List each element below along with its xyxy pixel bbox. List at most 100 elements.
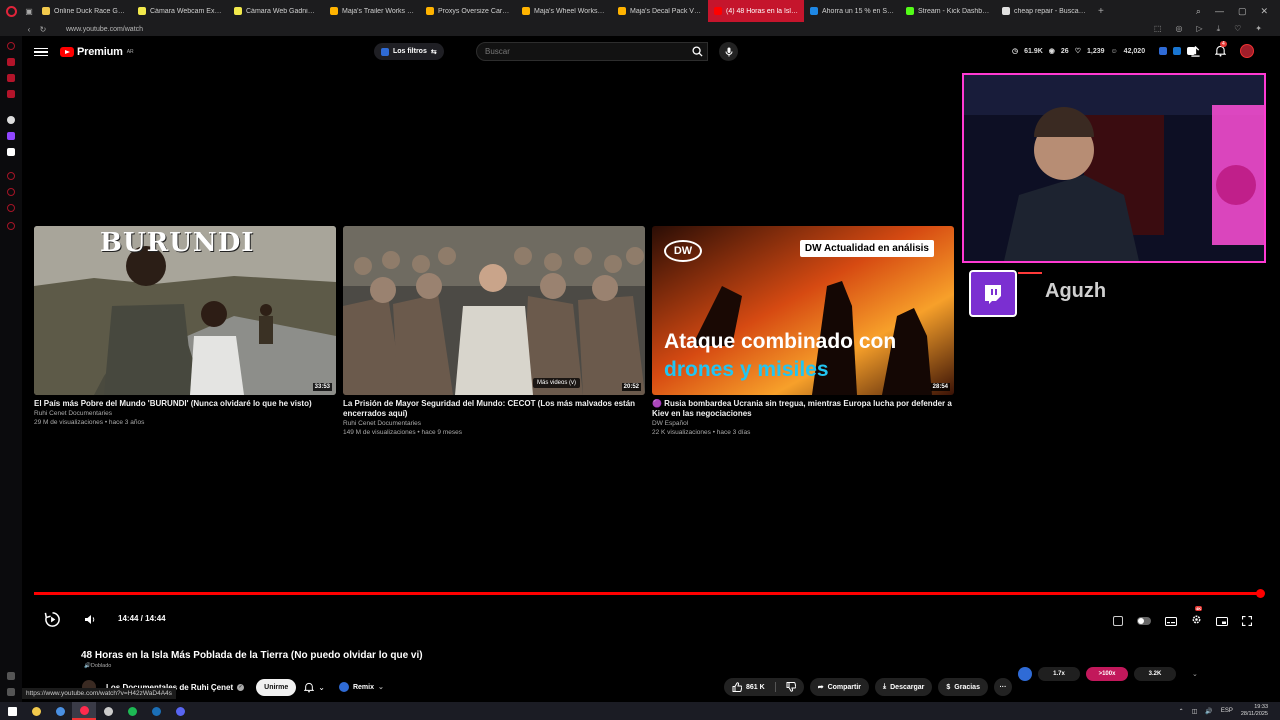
browser-tab[interactable]: Stream - Kick Dashboard <box>900 0 996 22</box>
browser-tab[interactable]: cheap repair - Buscar co <box>996 0 1092 22</box>
browser-tab[interactable]: Maja's Trailer Works - Re <box>324 0 420 22</box>
video-title[interactable]: La Prisión de Mayor Seguridad del Mundo:… <box>343 399 645 419</box>
speed-option[interactable]: 1.7x <box>1038 667 1080 681</box>
browser-tab[interactable]: Maja's Decal Pack V4 - C <box>612 0 708 22</box>
maximize-icon[interactable]: ▢ <box>1238 6 1247 17</box>
browser-tab[interactable]: Cámara Web Gadnic FHD <box>228 0 324 22</box>
settings-button[interactable]: 4K <box>1191 606 1203 630</box>
camera-icon[interactable]: ⬚ <box>1154 24 1162 34</box>
discord-app-icon[interactable] <box>168 702 192 720</box>
browser-tab[interactable]: Proxys Oversize Cargo u <box>420 0 516 22</box>
sidebar-messenger-icon[interactable] <box>7 74 15 82</box>
obs-studio-icon[interactable] <box>96 702 120 720</box>
replay-icon[interactable] <box>44 611 61 628</box>
video-thumbnail[interactable]: BURUNDI 33:53 <box>34 226 336 395</box>
search-button[interactable] <box>684 42 710 61</box>
file-explorer-icon[interactable] <box>24 702 48 720</box>
filters-button[interactable]: Los filtros ⇆ <box>374 43 444 60</box>
windows-start-icon[interactable] <box>0 702 24 720</box>
video-thumbnail[interactable]: DW DW Actualidad en análisis Ataque comb… <box>652 226 954 395</box>
sidebar-pin-icon[interactable] <box>7 204 15 212</box>
download-icon[interactable]: ⤓ <box>1217 24 1221 34</box>
search-tabs-icon[interactable]: ⌕ <box>1196 6 1201 17</box>
remix-button[interactable]: Remix ⌄ <box>338 682 384 692</box>
voice-search-button[interactable] <box>719 42 738 61</box>
subtitles-icon[interactable] <box>1165 616 1177 626</box>
youtube-logo[interactable]: Premium AR <box>60 46 134 58</box>
extension-a-icon[interactable] <box>1159 47 1168 55</box>
sidebar-player-icon[interactable] <box>7 90 15 98</box>
browser-tab[interactable]: (4) 48 Horas en la Isla M <box>708 0 804 22</box>
opera-logo-icon[interactable] <box>0 0 22 22</box>
sidebar-home-icon[interactable] <box>7 42 15 50</box>
sidebar-history-icon[interactable] <box>7 172 15 180</box>
search-input[interactable]: Buscar <box>476 42 708 61</box>
autoplay-toggle[interactable] <box>1137 617 1151 625</box>
video-title[interactable]: 🟣 Rusia bombardea Ucrania sin tregua, mi… <box>652 399 954 419</box>
sidebar-clock-icon[interactable] <box>7 188 15 196</box>
browser-tab[interactable]: Maja's Wheel Works - Pa <box>516 0 612 22</box>
account-avatar[interactable] <box>1240 44 1254 58</box>
sidebar-ai-icon[interactable] <box>7 116 15 124</box>
browser-tab[interactable]: Online Duck Race Game <box>36 0 132 22</box>
video-title[interactable]: El País más Pobre del Mundo 'BURUNDI' (N… <box>34 399 336 409</box>
url-field[interactable]: www.youtube.com/watch <box>66 26 143 33</box>
opera-gx-icon[interactable] <box>72 702 96 720</box>
clock[interactable]: 19:33 28/11/2025 <box>1241 704 1268 718</box>
video-thumbnail[interactable]: Más videos (v) 20:52 <box>343 226 645 395</box>
extension-b-icon[interactable] <box>1173 47 1182 55</box>
back-icon[interactable]: ‹ <box>22 25 36 34</box>
workspace-icon[interactable]: ▣ <box>22 7 36 16</box>
miniplayer-icon[interactable] <box>1216 616 1228 626</box>
network-icon[interactable]: ◫ <box>1192 708 1198 715</box>
menu-icon[interactable] <box>34 47 48 57</box>
tray-overflow-icon[interactable]: ⌃ <box>1179 708 1184 715</box>
extensions-icon[interactable]: ✦ <box>1255 24 1262 34</box>
video-channel[interactable]: DW Español <box>652 420 954 427</box>
more-actions-button[interactable]: ··· <box>993 678 1012 696</box>
speed-option-active[interactable]: >100x <box>1086 667 1128 681</box>
more-videos-button[interactable]: Más videos (v) <box>533 378 581 388</box>
calendar-app-icon[interactable] <box>48 702 72 720</box>
new-tab-icon[interactable]: + <box>1092 6 1110 17</box>
close-window-icon[interactable]: ✕ <box>1260 6 1268 17</box>
video-card[interactable]: BURUNDI 33:53 El País más Pobre del Mund… <box>34 226 336 426</box>
sidebar-more-icon[interactable] <box>7 672 15 680</box>
sidebar-x-icon[interactable] <box>7 148 15 156</box>
sidebar-user-icon[interactable] <box>7 688 15 696</box>
thumbs-down-icon[interactable] <box>786 682 796 692</box>
video-progress-bar[interactable] <box>34 589 1265 598</box>
heart-icon[interactable]: ♡ <box>1234 24 1241 34</box>
download-button[interactable]: ⤓ Descargar <box>875 678 933 696</box>
language-indicator[interactable]: ESP <box>1221 708 1233 714</box>
thanks-button[interactable]: $ Gracias <box>938 678 988 696</box>
reload-icon[interactable]: ↻ <box>36 25 50 34</box>
sidebar-settings-icon[interactable] <box>7 222 15 230</box>
extension-player-icon[interactable] <box>1113 616 1123 626</box>
speed-extension-icon[interactable] <box>1018 667 1032 681</box>
scrubber-handle[interactable] <box>1256 589 1265 598</box>
video-card[interactable]: Más videos (v) 20:52 La Prisión de Mayor… <box>343 226 645 436</box>
volume-icon[interactable] <box>84 614 96 625</box>
video-channel[interactable]: Ruhi Cenet Documentaries <box>343 420 645 427</box>
minimize-icon[interactable]: — <box>1215 6 1224 17</box>
video-channel[interactable]: Ruhi Cenet Documentaries <box>34 410 336 417</box>
subscription-bell-button[interactable]: ⌄ <box>304 682 325 693</box>
video-card[interactable]: DW DW Actualidad en análisis Ataque comb… <box>652 226 954 436</box>
speed-chevron-icon[interactable]: ⌄ <box>1192 670 1198 678</box>
share-button[interactable]: ➦ Compartir <box>809 678 870 696</box>
sidebar-twitch-icon[interactable] <box>7 132 15 140</box>
like-button[interactable]: 861 K <box>732 682 765 692</box>
steam-icon[interactable] <box>144 702 168 720</box>
sidebar-gx-icon[interactable] <box>7 58 15 66</box>
volume-tray-icon[interactable]: 🔊 <box>1205 708 1212 715</box>
speed-option[interactable]: 3.2K <box>1134 667 1176 681</box>
fullscreen-icon[interactable] <box>1242 616 1252 626</box>
spotify-icon[interactable] <box>120 702 144 720</box>
snapshot-icon[interactable]: ◎ <box>1175 24 1182 34</box>
browser-tab[interactable]: Ahorra un 15 % en SIDE <box>804 0 900 22</box>
player-icon[interactable]: ▷ <box>1196 24 1202 34</box>
join-button[interactable]: Unirme <box>256 678 297 696</box>
browser-tab[interactable]: Cámara Webcam Exo Hd <box>132 0 228 22</box>
upload-icon[interactable] <box>1190 45 1201 57</box>
